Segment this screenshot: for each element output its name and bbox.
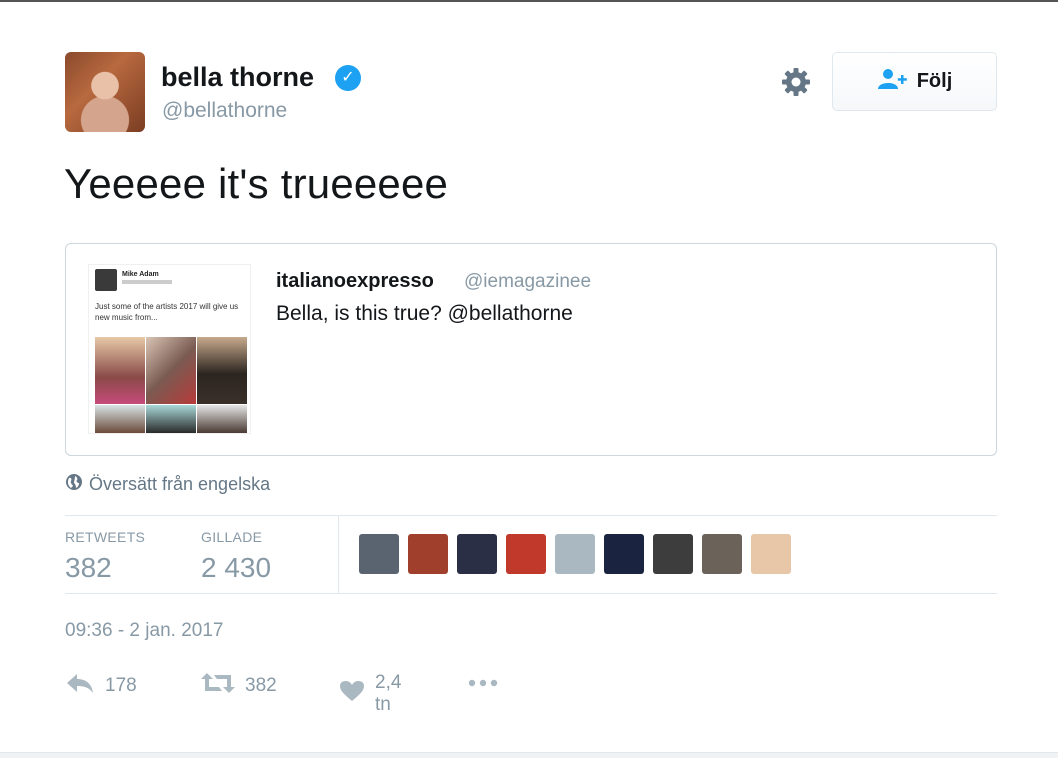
liker-avatar[interactable] xyxy=(702,534,742,574)
quoted-tweet-card[interactable]: Mike Adam Just some of the artists 2017 … xyxy=(65,243,997,456)
follow-button[interactable]: Följ xyxy=(832,52,997,111)
translate-label: Översätt från engelska xyxy=(89,474,271,494)
image-tweet-text: Just some of the artists 2017 will give … xyxy=(95,302,239,322)
more-button[interactable] xyxy=(467,672,501,700)
verified-check-icon: ✓ xyxy=(335,65,361,91)
tweet-text: Yeeeee it's trueeeee xyxy=(64,160,449,207)
retweets-label: RETWEETS xyxy=(65,529,146,545)
retweet-icon xyxy=(201,672,235,700)
window-top-edge xyxy=(0,0,1058,2)
liker-avatar[interactable] xyxy=(604,534,644,574)
divider xyxy=(65,515,997,516)
image-author-handle xyxy=(122,280,172,284)
reply-count: 178 xyxy=(105,675,137,696)
person-plus-icon xyxy=(877,68,909,95)
retweet-count: 382 xyxy=(245,675,277,696)
user-name[interactable]: bella thorne xyxy=(161,62,314,93)
translate-link[interactable]: Översätt från engelska xyxy=(65,473,270,496)
stats-divider xyxy=(338,516,339,593)
reply-button[interactable]: 178 xyxy=(65,672,137,700)
image-photo-grid xyxy=(95,337,247,433)
quoted-tweet-author[interactable]: italianoexpresso xyxy=(276,270,434,293)
avatar[interactable] xyxy=(65,52,145,132)
liker-avatar[interactable] xyxy=(555,534,595,574)
retweet-button[interactable]: 382 xyxy=(201,672,277,700)
window-bottom-edge xyxy=(0,752,1058,758)
divider xyxy=(65,593,997,594)
follow-button-label: Följ xyxy=(916,70,953,92)
quoted-tweet-image[interactable]: Mike Adam Just some of the artists 2017 … xyxy=(88,264,251,434)
gear-icon[interactable] xyxy=(779,65,813,99)
more-dots-icon xyxy=(467,672,501,700)
quoted-tweet-text: Bella, is this true? @bellathorne xyxy=(276,302,573,325)
liker-avatar[interactable] xyxy=(457,534,497,574)
like-button[interactable]: 2,4 tn xyxy=(339,672,401,716)
retweets-count[interactable]: 382 xyxy=(65,552,112,584)
likes-label: GILLADE xyxy=(201,529,263,545)
user-handle[interactable]: @bellathorne xyxy=(162,99,287,123)
liker-avatar[interactable] xyxy=(408,534,448,574)
liker-avatar[interactable] xyxy=(751,534,791,574)
quoted-tweet-handle[interactable]: @iemagazinee xyxy=(464,271,591,293)
like-count: 2,4 tn xyxy=(375,672,402,715)
tweet-timestamp[interactable]: 09:36 - 2 jan. 2017 xyxy=(65,620,223,642)
likes-count[interactable]: 2 430 xyxy=(201,552,271,584)
liker-avatars xyxy=(359,534,791,574)
liker-avatar[interactable] xyxy=(359,534,399,574)
image-avatar xyxy=(95,269,117,291)
reply-icon xyxy=(65,672,95,700)
image-author-name: Mike Adam xyxy=(122,271,159,278)
globe-icon xyxy=(65,473,83,496)
liker-avatar[interactable] xyxy=(506,534,546,574)
heart-icon xyxy=(339,680,365,708)
liker-avatar[interactable] xyxy=(653,534,693,574)
